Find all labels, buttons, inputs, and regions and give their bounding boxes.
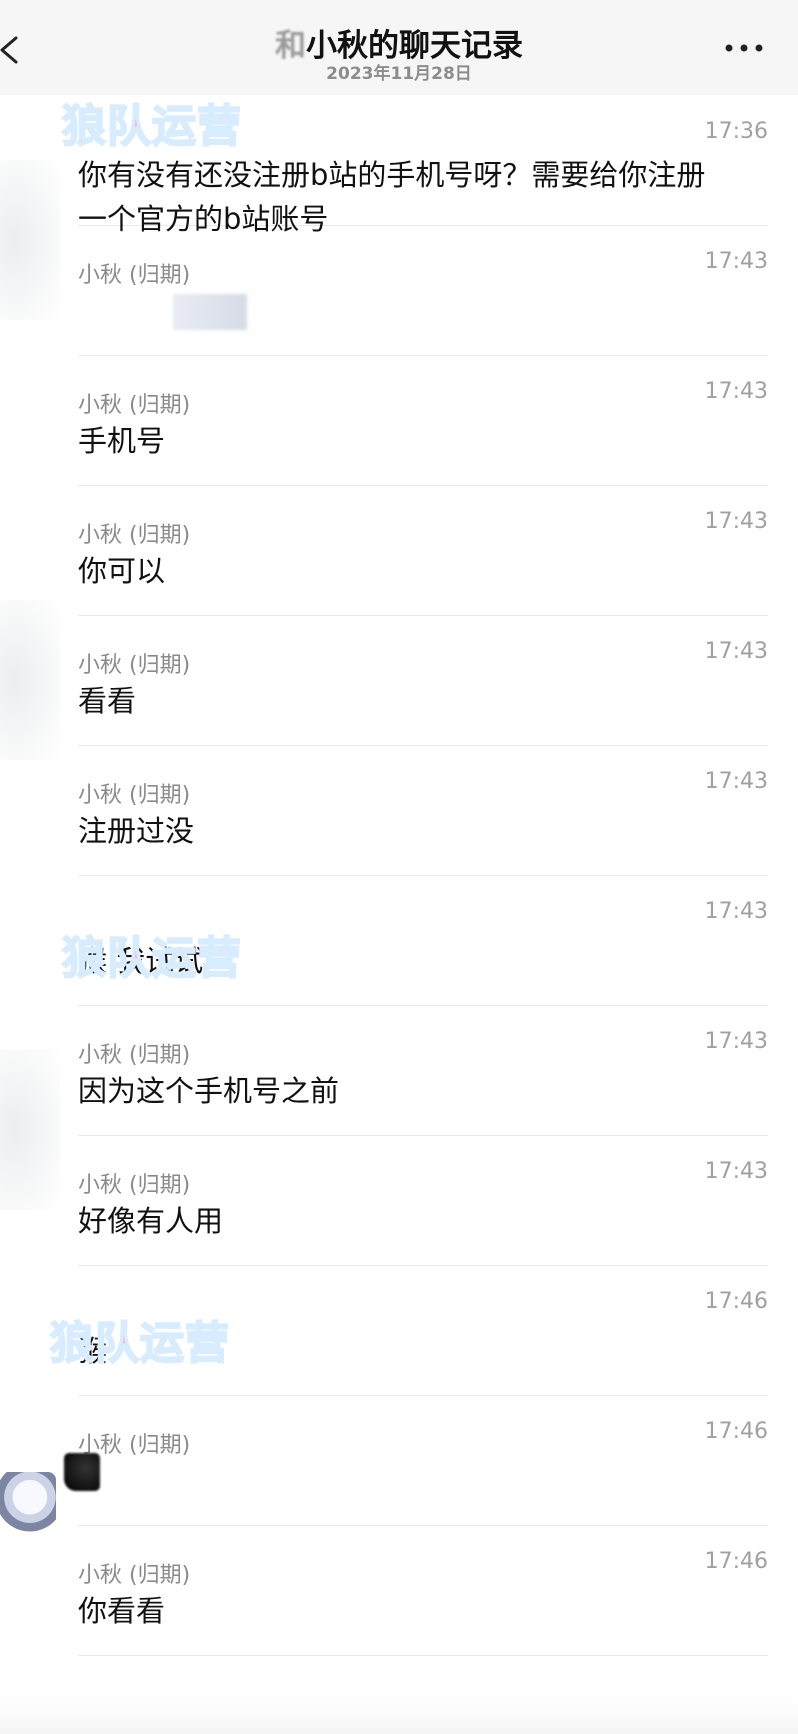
message-time: 17:43	[704, 639, 768, 664]
message-text: 看看	[78, 684, 137, 718]
message-sender: 小秋 (归期)	[78, 783, 191, 808]
chat-history-header: 和小秋的聊天记录 2023年11月28日	[0, 0, 798, 95]
message-time: 17:43	[704, 1029, 768, 1054]
message-time: 17:43	[704, 899, 768, 924]
message-text: 好像有人用	[78, 1204, 224, 1238]
watermark-text: 狼队运营	[61, 932, 242, 985]
message-item[interactable]: 小秋 (归期) 17:43 看看	[78, 615, 768, 746]
more-icon[interactable]	[724, 42, 764, 54]
message-time: 17:36	[704, 119, 768, 144]
message-sender: 小秋 (归期)	[78, 523, 191, 548]
message-text: 注册过没	[78, 814, 195, 848]
message-sender: 小秋 (归期)	[78, 1043, 191, 1068]
message-text: 你看看	[78, 1594, 166, 1628]
message-time: 17:43	[704, 249, 768, 274]
message-sender: 小秋 (归期)	[78, 1563, 191, 1588]
message-time: 17:46	[704, 1289, 768, 1314]
blurred-image[interactable]	[173, 294, 247, 330]
avatar[interactable]	[0, 1472, 56, 1544]
watermark-text: 狼队运营	[49, 1317, 230, 1370]
message-sender: 小秋 (归期)	[78, 263, 191, 288]
message-item[interactable]: 小秋 (归期) 17:43 因为这个手机号之前	[78, 1005, 768, 1136]
message-time: 17:43	[704, 379, 768, 404]
message-text: 手机号	[78, 424, 166, 458]
censored-image[interactable]	[64, 1453, 100, 1491]
message-time: 17:46	[704, 1419, 768, 1444]
watermark-text: 狼队运营	[61, 100, 242, 153]
message-item[interactable]: 小秋 (归期) 17:43 手机号	[78, 355, 768, 486]
message-time: 17:46	[704, 1549, 768, 1574]
chat-date: 2023年11月28日	[326, 64, 472, 84]
message-item[interactable]: 小秋 (归期) 17:43 你可以	[78, 485, 768, 616]
message-text: 因为这个手机号之前	[78, 1074, 340, 1108]
message-time: 17:43	[704, 1159, 768, 1184]
message-item[interactable]: 小秋 (归期) 17:43 好像有人用	[78, 1135, 768, 1266]
message-item[interactable]: 小秋 (归期) 17:46 你看看	[78, 1525, 768, 1656]
message-time: 17:43	[704, 769, 768, 794]
message-sender: 小秋 (归期)	[78, 393, 191, 418]
message-text: 你可以	[78, 554, 166, 588]
message-sender: 小秋 (归期)	[78, 653, 191, 678]
background-blur	[0, 160, 60, 320]
message-time: 17:43	[704, 509, 768, 534]
background-blur	[0, 1050, 60, 1210]
message-item[interactable]: 小秋 (归期) 17:43	[78, 225, 768, 356]
message-item[interactable]: 小秋 (归期) 17:46	[64, 1395, 768, 1526]
bottom-fade	[0, 1696, 798, 1734]
background-blur	[0, 600, 60, 760]
message-sender: 小秋 (归期)	[78, 1173, 191, 1198]
message-item[interactable]: 小秋 (归期) 17:43 注册过没	[78, 745, 768, 876]
